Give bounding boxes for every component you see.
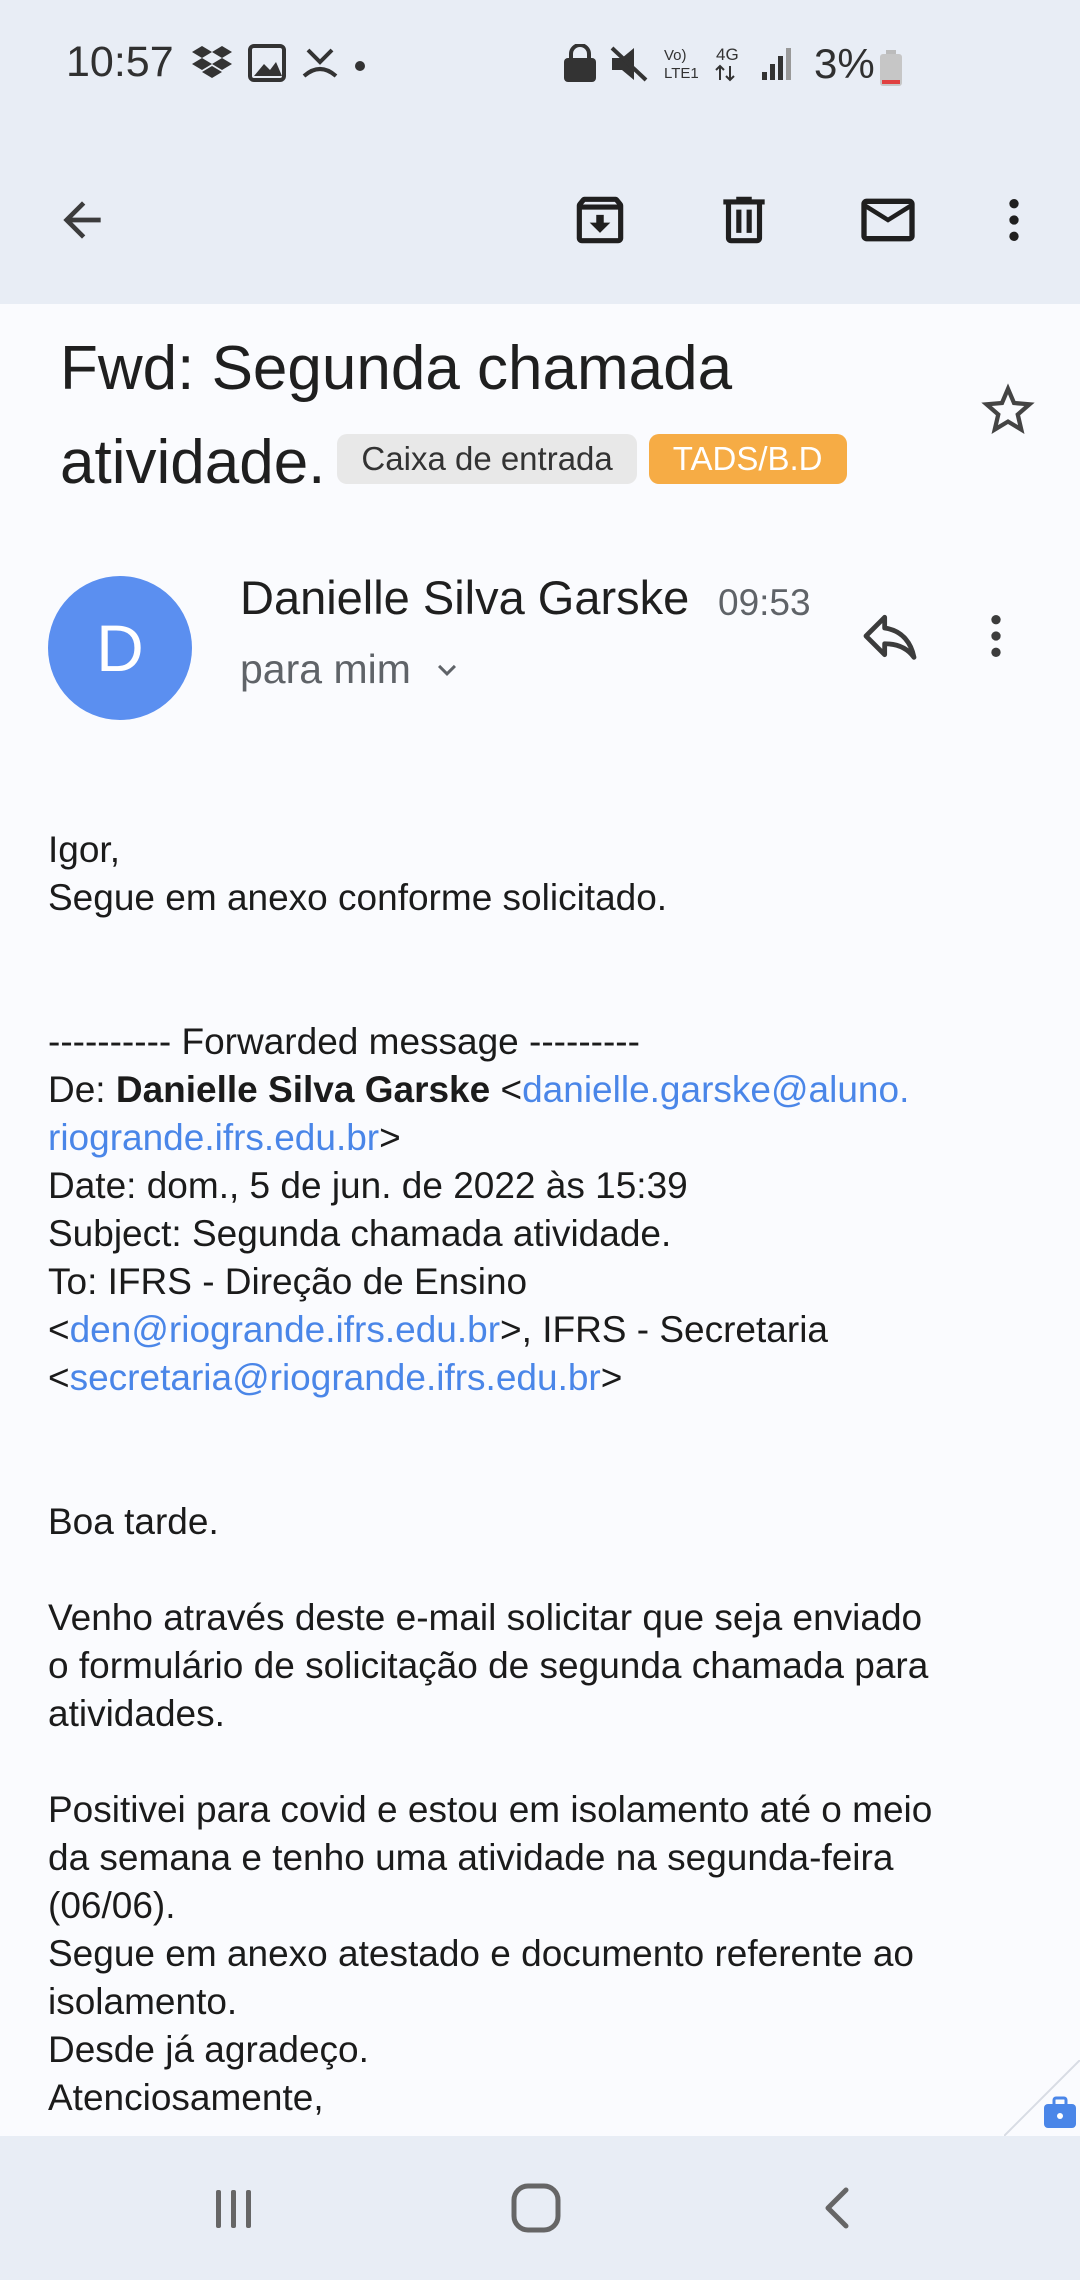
status-time: 10:57 [66, 38, 174, 86]
recent-apps-icon [216, 2190, 251, 2228]
status-bar: 10:57 Vo) LTE1 4G 3% [0, 0, 1080, 136]
image-icon [248, 44, 286, 82]
star-button[interactable] [968, 370, 1048, 450]
svg-text:4G: 4G [716, 45, 739, 64]
subject-line-2: atividade. Caixa de entrada TADS/B.D [60, 416, 960, 510]
dot-icon [355, 61, 365, 71]
status-system-icons: Vo) LTE1 4G [560, 43, 810, 89]
subject-line: Subject: Segunda chamada atividade. [48, 1213, 672, 1254]
home-icon [511, 2183, 561, 2233]
dropbox-icon [192, 46, 232, 78]
work-profile-icon[interactable] [1004, 2060, 1080, 2136]
missed-call-icon [302, 48, 338, 78]
mail-icon [861, 198, 915, 242]
to-line: To: IFRS - Direção de Ensino [48, 1261, 528, 1302]
thanks-text: Desde já agradeço. [48, 2029, 369, 2070]
battery-icon [880, 50, 902, 86]
delete-icon [723, 196, 765, 244]
forward-header: ---------- Forwarded message --------- [48, 1021, 640, 1062]
back-nav-button[interactable] [788, 2166, 888, 2250]
mute-icon [610, 46, 648, 82]
email-toolbar [0, 136, 1080, 304]
back-arrow-icon [63, 201, 101, 239]
sender-name[interactable]: Danielle Silva Garske [240, 570, 689, 625]
message-more-button[interactable] [966, 594, 1026, 678]
from-name: Danielle Silva Garske [115, 1069, 491, 1110]
back-icon [825, 2187, 849, 2229]
status-notification-icons [190, 44, 370, 89]
paragraph-2-line-1: Positivei para covid e estou em isolamen… [48, 1789, 933, 1830]
more-vert-icon [1009, 199, 1019, 241]
email-body: Igor, Segue em anexo conforme solicitado… [48, 826, 1048, 2122]
from-label: De: [48, 1069, 116, 1110]
from-line-2: riogrande.ifrs.edu.br> [48, 1117, 401, 1158]
archive-button[interactable] [552, 172, 648, 268]
svg-text:LTE1: LTE1 [664, 65, 699, 82]
svg-text:Vo): Vo) [664, 47, 687, 64]
more-vert-icon [991, 615, 1001, 657]
paragraph-2-line-2: da semana e tenho uma atividade na segun… [48, 1837, 894, 1878]
signal-icon [762, 48, 791, 80]
from-email-link[interactable]: danielle.garske@aluno. [522, 1069, 909, 1110]
reply-button[interactable] [842, 594, 938, 678]
paragraph-1-line-2: o formulário de solicitação de segunda c… [48, 1645, 929, 1686]
intro-text: Segue em anexo conforme solicitado. [48, 877, 668, 918]
date-line: Date: dom., 5 de jun. de 2022 às 15:39 [48, 1165, 688, 1206]
mark-unread-button[interactable] [840, 172, 936, 268]
star-icon [981, 383, 1035, 434]
to-line-3: <secretaria@riogrande.ifrs.edu.br> [48, 1357, 623, 1398]
home-button[interactable] [486, 2166, 586, 2250]
secretaria-email-link[interactable]: secretaria@riogrande.ifrs.edu.br [70, 1357, 601, 1398]
4g-icon: 4G [715, 45, 739, 82]
email-subject: Fwd: Segunda chamada atividade. Caixa de … [60, 322, 960, 510]
from-email-link-cont[interactable]: riogrande.ifrs.edu.br [48, 1117, 379, 1158]
paragraph-1-line-1: Venho através deste e-mail solicitar que… [48, 1597, 923, 1638]
closing-text: Atenciosamente, [48, 2077, 324, 2118]
den-email-link[interactable]: den@riogrande.ifrs.edu.br [70, 1309, 500, 1350]
more-options-button[interactable] [966, 172, 1062, 268]
chevron-down-icon [437, 664, 456, 676]
paragraph-3-line-1: Segue em anexo atestado e documento refe… [48, 1933, 914, 1974]
paragraph-2-line-3: (06/06). [48, 1885, 176, 1926]
archive-icon [576, 196, 624, 244]
delete-button[interactable] [696, 172, 792, 268]
system-nav-bar [0, 2136, 1080, 2280]
salutation: Boa tarde. [48, 1501, 219, 1542]
lock-icon [564, 43, 596, 82]
email-time: 09:53 [718, 582, 811, 623]
back-button[interactable] [34, 172, 130, 268]
sender-avatar[interactable]: D [48, 576, 192, 720]
battery-percentage: 3% [814, 40, 875, 87]
subject-line-2-text: atividade. [60, 428, 326, 497]
reply-icon [863, 614, 917, 660]
to-mid-text: >, IFRS - Secretaria [500, 1309, 828, 1350]
recipient-text: para mim [240, 646, 411, 692]
tads-label-chip[interactable]: TADS/B.D [648, 433, 847, 484]
volte-icon: Vo) LTE1 [664, 47, 699, 82]
inbox-label-chip[interactable]: Caixa de entrada [337, 433, 637, 484]
subject-line-1: Fwd: Segunda chamada [60, 334, 733, 403]
from-line: De: Danielle Silva Garske <danielle.gars… [48, 1069, 910, 1110]
recipient-details-toggle[interactable]: para mim [240, 646, 465, 693]
to-line-2: <den@riogrande.ifrs.edu.br>, IFRS - Secr… [48, 1309, 828, 1350]
paragraph-3-line-2: isolamento. [48, 1981, 238, 2022]
paragraph-1-line-3: atividades. [48, 1693, 225, 1734]
recent-apps-button[interactable] [184, 2166, 284, 2250]
greeting: Igor, [48, 829, 120, 870]
